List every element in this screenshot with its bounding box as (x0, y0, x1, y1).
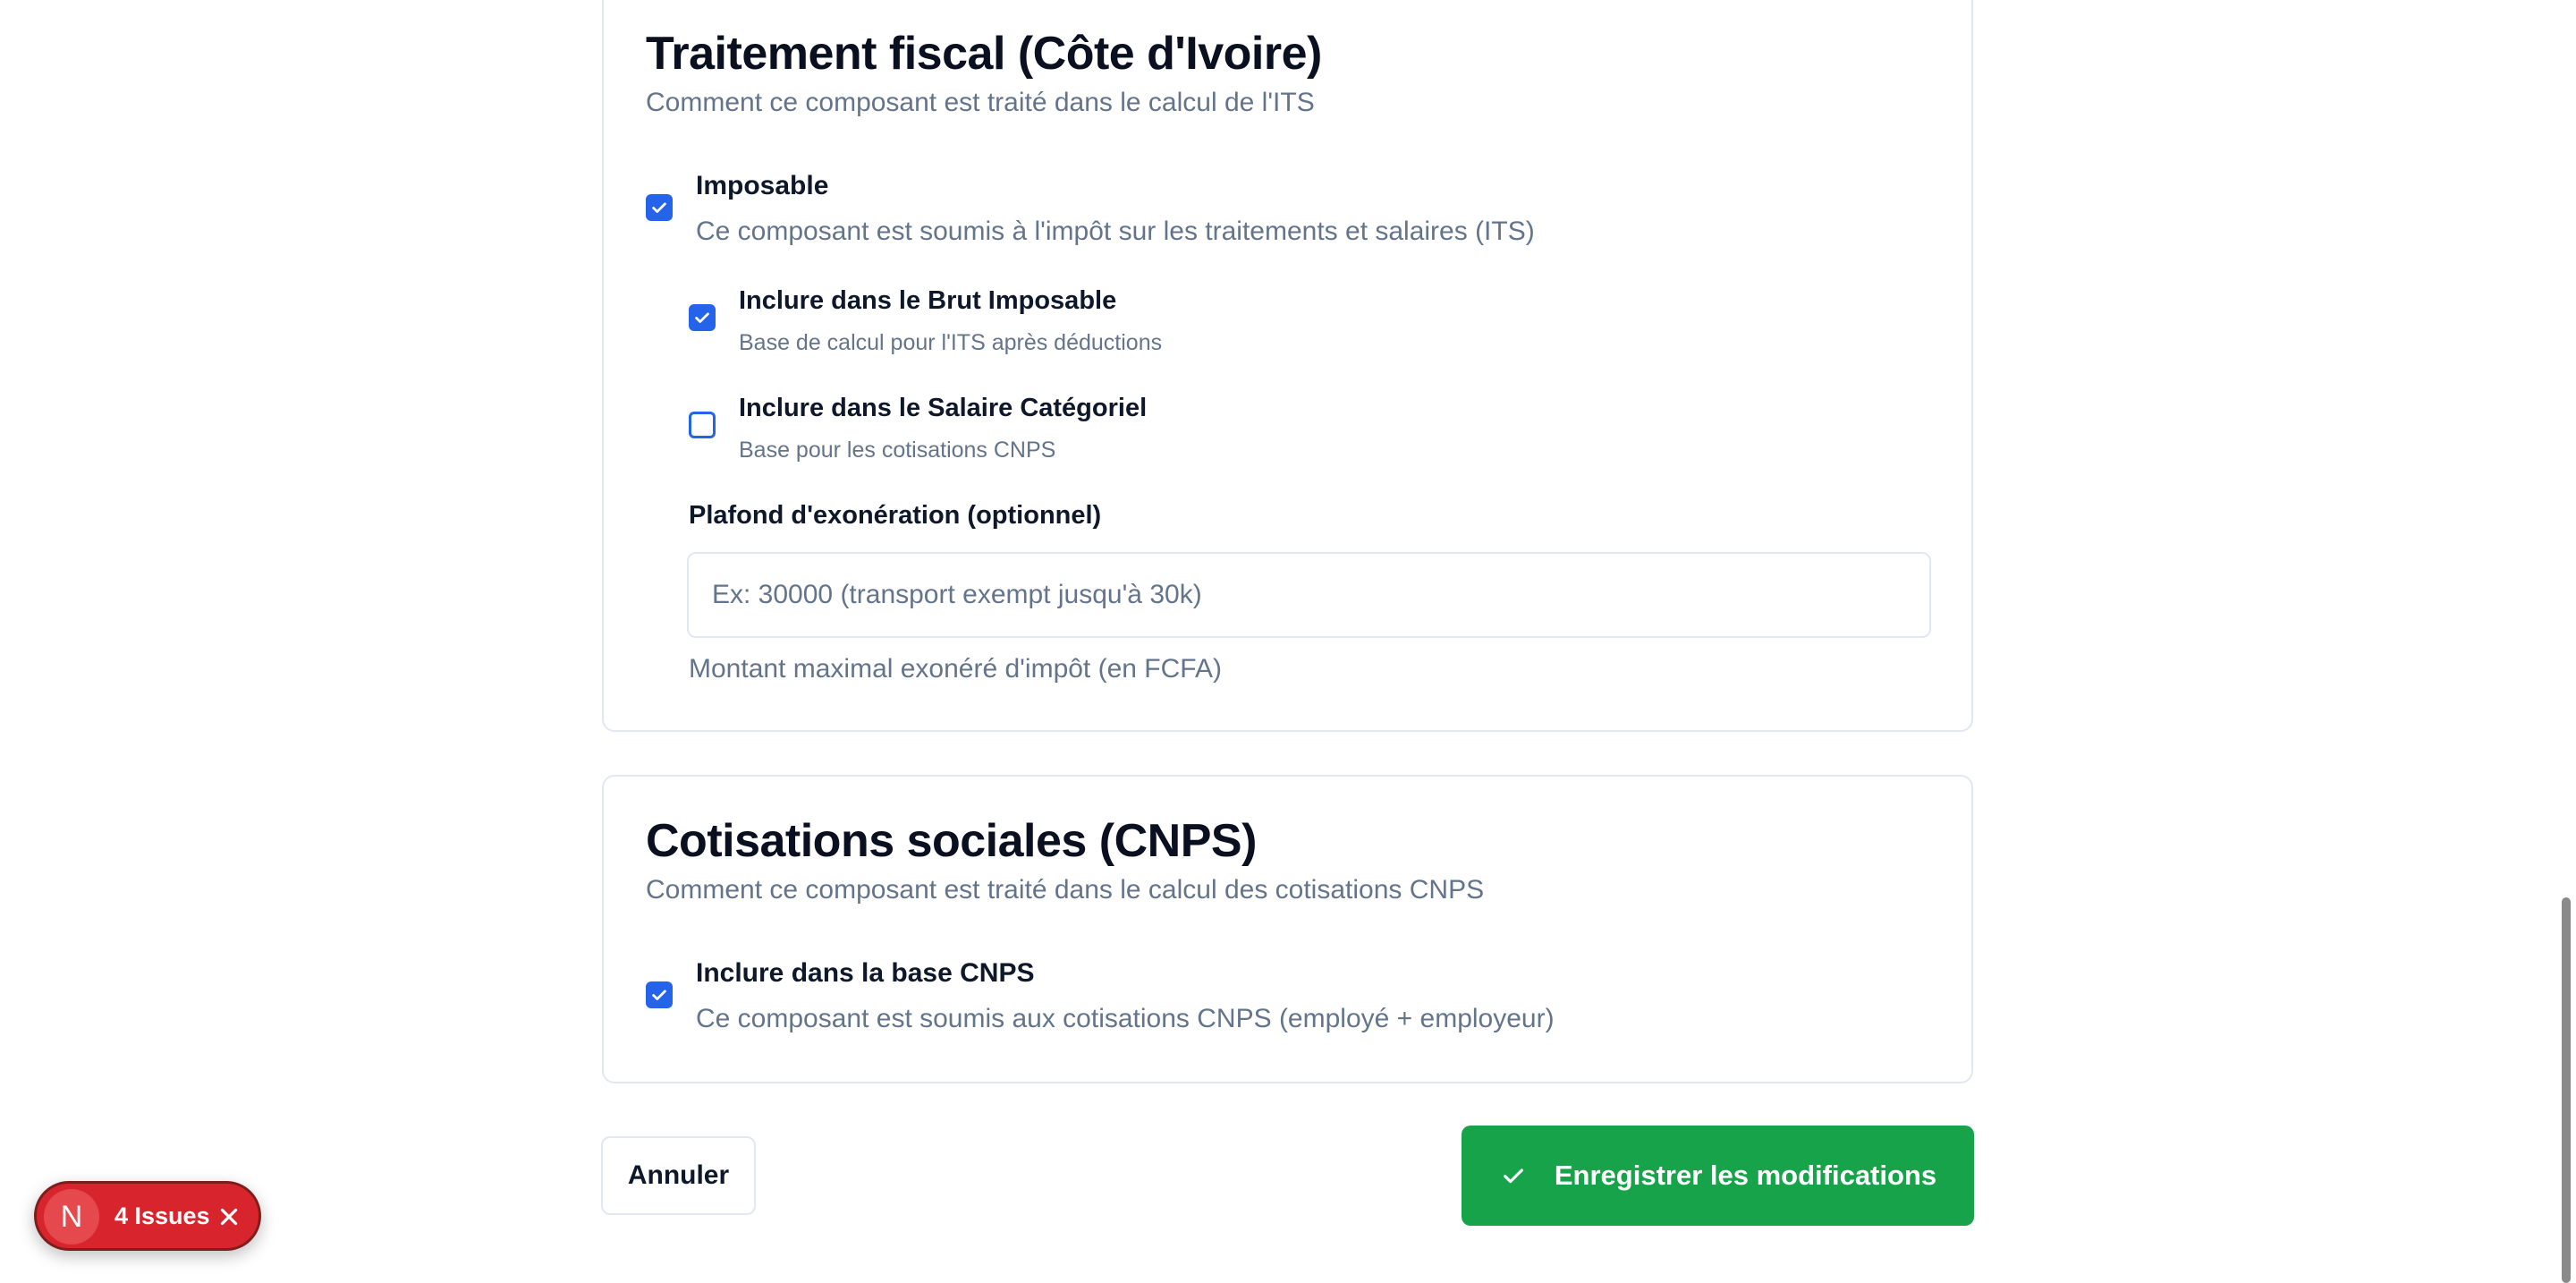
base-cnps-checkbox[interactable] (646, 981, 673, 1008)
salaire-categoriel-label[interactable]: Inclure dans le Salaire Catégoriel (739, 394, 1147, 423)
issues-badge[interactable]: N 4 Issues (34, 1181, 261, 1251)
check-icon (695, 312, 709, 323)
salaire-categoriel-checkbox[interactable] (689, 412, 716, 438)
brut-imposable-description: Base de calcul pour l'ITS après déductio… (739, 330, 1163, 355)
check-icon (652, 202, 666, 213)
plafond-input[interactable] (687, 552, 1931, 638)
base-cnps-label[interactable]: Inclure dans la base CNPS (696, 958, 1034, 989)
cnps-section-subtitle: Comment ce composant est traité dans le … (646, 875, 1485, 905)
imposable-checkbox[interactable] (646, 194, 673, 221)
scrollbar-thumb[interactable] (2562, 897, 2571, 1283)
nextjs-logo-icon[interactable]: N (44, 1189, 99, 1245)
cancel-button-label: Annuler (627, 1160, 730, 1190)
cnps-section-title: Cotisations sociales (CNPS) (646, 815, 1257, 867)
cancel-button[interactable]: Annuler (601, 1136, 756, 1215)
brut-imposable-label[interactable]: Inclure dans le Brut Imposable (739, 286, 1116, 316)
issues-count[interactable]: 4 Issues (114, 1202, 210, 1230)
save-button-label: Enregistrer les modifications (1554, 1160, 1937, 1191)
fiscal-section-title: Traitement fiscal (Côte d'Ivoire) (646, 28, 1322, 80)
save-button[interactable]: Enregistrer les modifications (1462, 1126, 1974, 1226)
salaire-categoriel-description: Base pour les cotisations CNPS (739, 438, 1056, 463)
imposable-label[interactable]: Imposable (696, 171, 828, 201)
close-icon[interactable] (216, 1203, 242, 1230)
plafond-label: Plafond d'exonération (optionnel) (689, 501, 1102, 530)
base-cnps-description: Ce composant est soumis aux cotisations … (696, 1004, 1555, 1033)
check-icon (652, 990, 666, 1000)
plafond-help-text: Montant maximal exonéré d'impôt (en FCFA… (689, 654, 1222, 684)
fiscal-section-subtitle: Comment ce composant est traité dans le … (646, 88, 1315, 117)
imposable-description: Ce composant est soumis à l'impôt sur le… (696, 217, 1535, 246)
brut-imposable-checkbox[interactable] (689, 304, 716, 331)
check-icon (1503, 1168, 1523, 1184)
